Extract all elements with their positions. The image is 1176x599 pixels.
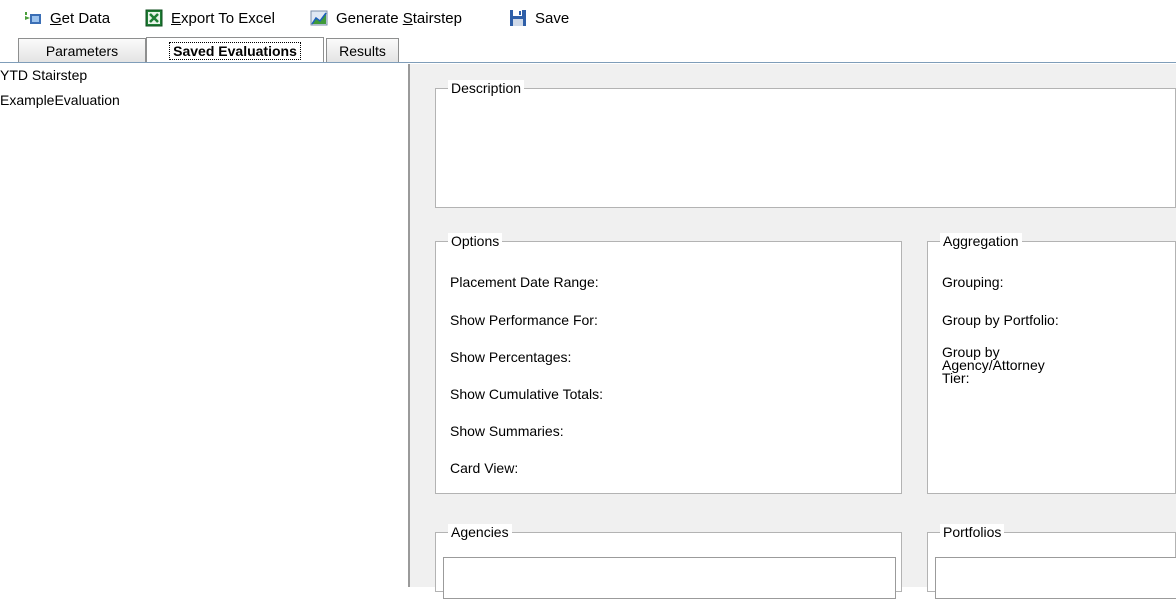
show-cumulative-totals-label: Show Cumulative Totals: xyxy=(450,386,604,402)
options-legend: Options xyxy=(448,233,503,249)
tab-saved-evaluations[interactable]: Saved Evaluations xyxy=(146,37,324,63)
chart-icon xyxy=(310,10,328,26)
tab-results-label: Results xyxy=(339,42,386,59)
generate-prefix: Generate xyxy=(336,9,403,27)
generate-stairstep-button[interactable]: Generate Stairstep xyxy=(310,7,462,29)
saved-evaluations-list[interactable]: YTD Stairstep ExampleEvaluation xyxy=(0,64,408,587)
toolbar: Get Data Export To Excel Generate Stairs… xyxy=(0,0,1176,36)
group-by-agency-tier-label: Group by Agency/Attorney Tier: xyxy=(942,345,1045,386)
generate-mnemonic: S xyxy=(402,9,413,27)
show-percentages-label: Show Percentages: xyxy=(450,349,572,365)
export-to-excel-button[interactable]: Export To Excel xyxy=(145,7,275,29)
card-view-label: Card View: xyxy=(450,460,519,476)
grouping-label: Grouping: xyxy=(942,274,1004,290)
options-group: Options Placement Date Range: Show Perfo… xyxy=(435,233,902,494)
agencies-list[interactable] xyxy=(443,557,896,599)
agencies-legend: Agencies xyxy=(448,524,512,540)
description-legend: Description xyxy=(448,80,525,96)
get-data-mnemonic: G xyxy=(50,9,62,27)
group-by-portfolio-label: Group by Portfolio: xyxy=(942,312,1059,328)
tab-results[interactable]: Results xyxy=(326,38,399,62)
save-button[interactable]: Save xyxy=(509,7,569,29)
get-data-label: et Data xyxy=(61,9,111,27)
aggregation-group: Aggregation Grouping: Group by Portfolio… xyxy=(927,233,1176,494)
list-item[interactable]: YTD Stairstep xyxy=(0,67,87,83)
tab-parameters[interactable]: Parameters xyxy=(18,38,146,62)
save-label: Save xyxy=(535,9,570,27)
floppy-disk-icon xyxy=(510,10,526,26)
get-data-button[interactable]: Get Data xyxy=(24,7,110,29)
portfolios-list[interactable] xyxy=(935,557,1176,599)
list-item[interactable]: ExampleEvaluation xyxy=(0,92,120,108)
tab-strip: Parameters Saved Evaluations Results xyxy=(0,37,412,64)
excel-icon xyxy=(145,9,163,27)
generate-label: tairstep xyxy=(412,9,462,27)
group-by-agency-line3: Tier: xyxy=(942,370,970,386)
placement-date-range-label: Placement Date Range: xyxy=(450,274,599,290)
tab-parameters-label: Parameters xyxy=(45,42,119,59)
aggregation-legend: Aggregation xyxy=(940,233,1022,249)
show-performance-for-label: Show Performance For: xyxy=(450,312,598,328)
export-mnemonic: E xyxy=(171,9,182,27)
evaluation-details-panel: Description Options Placement Date Range… xyxy=(410,64,1176,599)
get-data-icon xyxy=(25,12,41,24)
description-group: Description xyxy=(435,80,1176,208)
show-summaries-label: Show Summaries: xyxy=(450,423,564,439)
export-label: xport To Excel xyxy=(181,9,275,27)
portfolios-legend: Portfolios xyxy=(940,524,1005,540)
portfolios-group: Portfolios xyxy=(927,524,1176,599)
tab-baseline xyxy=(0,62,1176,63)
agencies-group: Agencies xyxy=(435,524,902,599)
tab-saved-evaluations-label: Saved Evaluations xyxy=(169,41,301,60)
